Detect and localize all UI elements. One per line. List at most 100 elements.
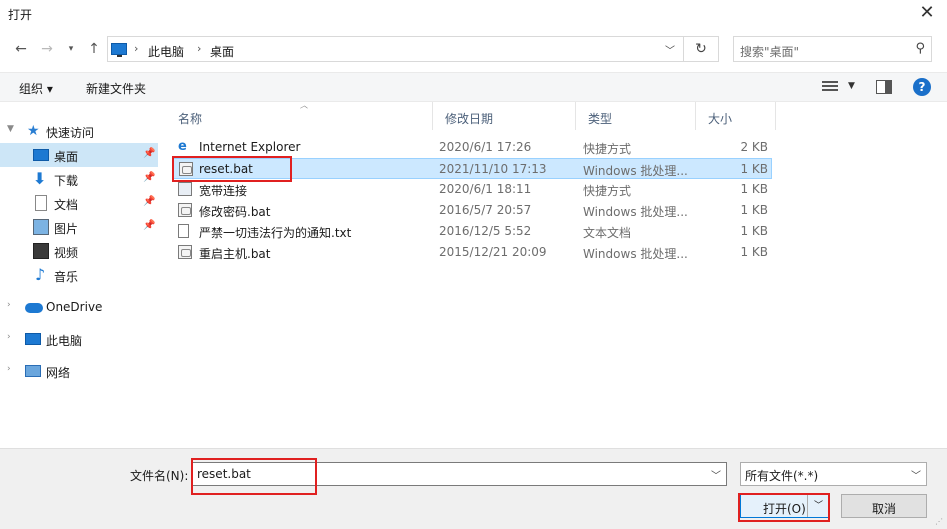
sidebar-item-label: OneDrive [46, 300, 103, 314]
file-date: 2020/6/1 18:11 [439, 182, 532, 196]
help-icon[interactable]: ? [913, 78, 931, 96]
search-input[interactable]: 搜索"桌面" ⚲ [733, 36, 932, 62]
chevron-right-icon[interactable]: › [134, 42, 138, 55]
desktop-icon [33, 149, 49, 161]
view-options-icon[interactable] [822, 81, 838, 93]
filename-input[interactable]: reset.bat ﹀ [191, 462, 727, 486]
computer-icon [111, 43, 127, 57]
command-toolbar: 组织 ▾ 新建文件夹 ▼ ? [0, 72, 947, 102]
search-icon: ⚲ [915, 41, 925, 56]
file-date: 2015/12/21 20:09 [439, 245, 547, 259]
sort-ascending-icon: ︿ [300, 101, 308, 110]
column-header-name[interactable]: 名称 ︿ [166, 101, 433, 130]
column-header-date[interactable]: 修改日期 [433, 102, 576, 130]
chevron-down-icon[interactable]: ﹀ [711, 467, 721, 482]
resize-grip-icon[interactable]: ⋰ [935, 517, 945, 527]
navigation-pane: ▼ ★ 快速访问 桌面 📌 ⬇ 下载 📌 文档 📌 图片 📌 视频 ♪ 音乐 ›… [0, 108, 160, 448]
column-header-label: 修改日期 [445, 112, 494, 126]
filename-value: reset.bat [197, 467, 251, 481]
star-icon: ★ [27, 123, 40, 139]
forward-arrow-icon[interactable]: → [38, 40, 56, 58]
chevron-down-icon[interactable]: ﹀ [665, 42, 675, 57]
file-date: 2020/6/1 17:26 [439, 140, 532, 154]
batch-file-icon [178, 245, 192, 259]
file-name: reset.bat [199, 162, 253, 176]
refresh-button[interactable]: ↻ [684, 36, 719, 62]
filetype-value: 所有文件(*.*) [745, 469, 819, 483]
sidebar-item-downloads[interactable]: ⬇ 下载 📌 [0, 167, 158, 191]
back-arrow-icon[interactable]: ← [12, 40, 30, 58]
organize-button[interactable]: 组织 ▾ [19, 80, 53, 97]
cancel-button-label: 取消 [872, 502, 897, 516]
sidebar-item-label: 快速访问 [46, 126, 95, 140]
sidebar-item-label: 文档 [54, 198, 79, 212]
sidebar-item-music[interactable]: ♪ 音乐 [0, 263, 158, 287]
expand-chevron-icon[interactable]: › [7, 364, 11, 374]
navigation-bar: ← → ▾ ↑ › 此电脑 › 桌面 ﹀ ↻ 搜索"桌面" ⚲ [0, 32, 947, 66]
breadcrumb-this-pc[interactable]: 此电脑 [148, 43, 184, 60]
address-bar[interactable]: › 此电脑 › 桌面 ﹀ [107, 36, 684, 62]
sidebar-item-this-pc[interactable]: › 此电脑 [0, 327, 158, 351]
close-icon[interactable]: ✕ [915, 2, 939, 24]
batch-file-icon [179, 162, 193, 176]
file-date: 2021/11/10 17:13 [439, 162, 547, 176]
open-button[interactable]: 打开(O) ﹀ [740, 494, 830, 518]
ie-icon: e [178, 139, 187, 154]
file-type: 快捷方式 [583, 184, 632, 198]
open-button-label: 打开(O) [763, 502, 806, 516]
up-arrow-icon[interactable]: ↑ [85, 40, 103, 58]
chevron-right-icon[interactable]: › [197, 42, 201, 55]
dialog-footer: 文件名(N): reset.bat ﹀ 所有文件(*.*) ﹀ 打开(O) ﹀ … [0, 448, 947, 529]
expand-chevron-icon[interactable]: ▼ [7, 124, 14, 134]
file-type: Windows 批处理... [583, 247, 688, 261]
batch-file-icon [178, 203, 192, 217]
filetype-select[interactable]: 所有文件(*.*) ﹀ [740, 462, 927, 486]
file-name: 宽带连接 [199, 184, 248, 198]
breadcrumb-desktop[interactable]: 桌面 [210, 43, 234, 60]
sidebar-item-network[interactable]: › 网络 [0, 359, 158, 383]
sidebar-item-label: 下载 [54, 174, 79, 188]
file-row[interactable]: 严禁一切违法行为的通知.txt 2016/12/5 5:52 文本文档 1 KB [172, 221, 772, 242]
new-folder-button[interactable]: 新建文件夹 [86, 80, 146, 97]
column-header-label: 大小 [708, 112, 733, 126]
recent-locations-chevron-icon[interactable]: ▾ [62, 40, 80, 58]
file-size: 1 KB [740, 224, 768, 238]
file-list: 名称 ︿ 修改日期 类型 大小 e Internet Explorer 2020… [166, 101, 947, 448]
file-row[interactable]: 重启主机.bat 2015/12/21 20:09 Windows 批处理...… [172, 242, 772, 263]
title-bar: 打开 ✕ [0, 0, 947, 28]
column-header-label: 类型 [588, 112, 613, 126]
column-header-type[interactable]: 类型 [576, 102, 696, 130]
sidebar-item-label: 桌面 [54, 150, 79, 164]
cloud-icon [25, 303, 43, 313]
sidebar-item-pictures[interactable]: 图片 📌 [0, 215, 158, 239]
shortcut-icon [178, 182, 192, 196]
file-name: 严禁一切违法行为的通知.txt [199, 226, 352, 240]
sidebar-item-videos[interactable]: 视频 [0, 239, 158, 263]
chevron-down-icon[interactable]: ﹀ [911, 467, 921, 482]
file-type: Windows 批处理... [583, 164, 688, 178]
sidebar-item-quick-access[interactable]: ▼ ★ 快速访问 [0, 119, 158, 143]
column-header-size[interactable]: 大小 [696, 102, 776, 130]
sidebar-item-onedrive[interactable]: › OneDrive [0, 295, 158, 319]
expand-chevron-icon[interactable]: › [7, 300, 11, 310]
sidebar-item-desktop[interactable]: 桌面 📌 [0, 143, 158, 167]
sidebar-item-label: 此电脑 [46, 334, 83, 348]
download-icon: ⬇ [33, 169, 47, 188]
file-row[interactable]: 宽带连接 2020/6/1 18:11 快捷方式 1 KB [172, 179, 772, 200]
sidebar-item-label: 网络 [46, 366, 71, 380]
file-row[interactable]: e Internet Explorer 2020/6/1 17:26 快捷方式 … [172, 137, 772, 158]
refresh-icon: ↻ [695, 41, 707, 57]
file-date: 2016/12/5 5:52 [439, 224, 532, 238]
sidebar-item-documents[interactable]: 文档 📌 [0, 191, 158, 215]
chevron-down-icon[interactable]: ▼ [848, 81, 855, 91]
file-type: 快捷方式 [583, 142, 632, 156]
filename-label: 文件名(N): [130, 469, 189, 483]
pin-icon: 📌 [143, 172, 156, 183]
expand-chevron-icon[interactable]: › [7, 332, 11, 342]
cancel-button[interactable]: 取消 [841, 494, 927, 518]
document-icon [35, 195, 47, 211]
file-row[interactable]: 修改密码.bat 2016/5/7 20:57 Windows 批处理... 1… [172, 200, 772, 221]
file-row-selected[interactable]: reset.bat 2021/11/10 17:13 Windows 批处理..… [172, 158, 772, 179]
chevron-down-icon[interactable]: ﹀ [807, 495, 829, 517]
preview-pane-icon[interactable] [876, 80, 892, 94]
